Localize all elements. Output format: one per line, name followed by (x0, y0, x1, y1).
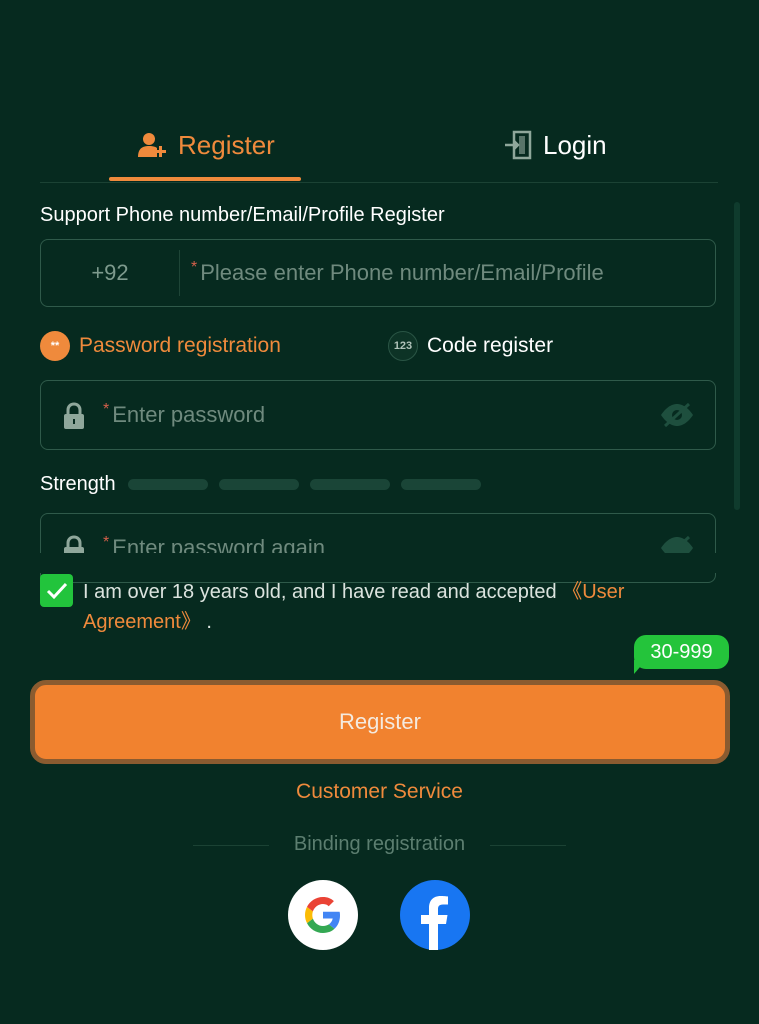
code-mode-icon: 123 (388, 331, 418, 361)
strength-label: Strength (40, 472, 116, 495)
agreement-checkbox[interactable] (40, 574, 73, 607)
tab-login-label: Login (543, 129, 607, 160)
google-icon (305, 897, 340, 933)
google-login-button[interactable] (288, 880, 358, 950)
register-mode-row: ** Password registration 123 Code regist… (40, 328, 716, 364)
password-field[interactable]: * Enter password (40, 380, 716, 450)
register-button[interactable]: Register (30, 680, 730, 764)
add-user-icon (138, 131, 168, 159)
strength-bar (218, 478, 299, 490)
code-register-label: Code register (427, 334, 554, 357)
checkmark-icon (46, 582, 67, 599)
customer-service-link[interactable]: Customer Service (0, 780, 759, 804)
form-scrollbar[interactable] (734, 202, 740, 510)
strength-bar (127, 478, 208, 490)
phone-field[interactable]: +92 * Please enter Phone number/Email/Pr… (40, 239, 716, 307)
password-mode-icon: ** (40, 331, 70, 361)
tab-register-label: Register (178, 129, 275, 160)
agreement-text: I am over 18 years old, and I have read … (83, 577, 703, 637)
auth-tabs: Register Login (40, 110, 718, 183)
strength-bar (400, 478, 481, 490)
password-registration-option[interactable]: ** Password registration (40, 328, 281, 364)
password-registration-label: Password registration (79, 334, 281, 357)
active-tab-indicator (109, 177, 301, 181)
facebook-login-button[interactable] (400, 880, 470, 950)
login-door-icon (505, 130, 533, 160)
scroll-clip (0, 553, 759, 573)
password-input[interactable]: * Enter password (103, 381, 265, 449)
support-label: Support Phone number/Email/Profile Regis… (40, 204, 445, 226)
eye-hidden-icon[interactable] (659, 401, 695, 434)
binding-label: Binding registration (293, 833, 466, 855)
tab-login[interactable]: Login (505, 110, 607, 180)
country-code-selector[interactable]: +92 (41, 240, 179, 306)
strength-bar (309, 478, 390, 490)
code-register-option[interactable]: 123 Code register (388, 328, 553, 364)
phone-input[interactable]: * Please enter Phone number/Email/Profil… (191, 240, 604, 306)
agreement-suffix: . (200, 611, 212, 633)
bonus-bubble: 30-999 (634, 635, 729, 669)
agreement-statement: I am over 18 years old, and I have read … (83, 581, 563, 603)
password-placeholder: Enter password (112, 402, 266, 427)
tab-register[interactable]: Register (138, 110, 275, 180)
binding-registration: Binding registration (0, 833, 759, 861)
required-mark: * (103, 534, 110, 551)
required-mark: * (103, 401, 110, 418)
facebook-icon (421, 896, 448, 950)
required-mark: * (191, 259, 198, 276)
password-strength: Strength (40, 470, 492, 498)
prefix-divider (179, 250, 180, 296)
lock-icon (63, 402, 85, 435)
phone-placeholder: Please enter Phone number/Email/Profile (200, 260, 604, 285)
